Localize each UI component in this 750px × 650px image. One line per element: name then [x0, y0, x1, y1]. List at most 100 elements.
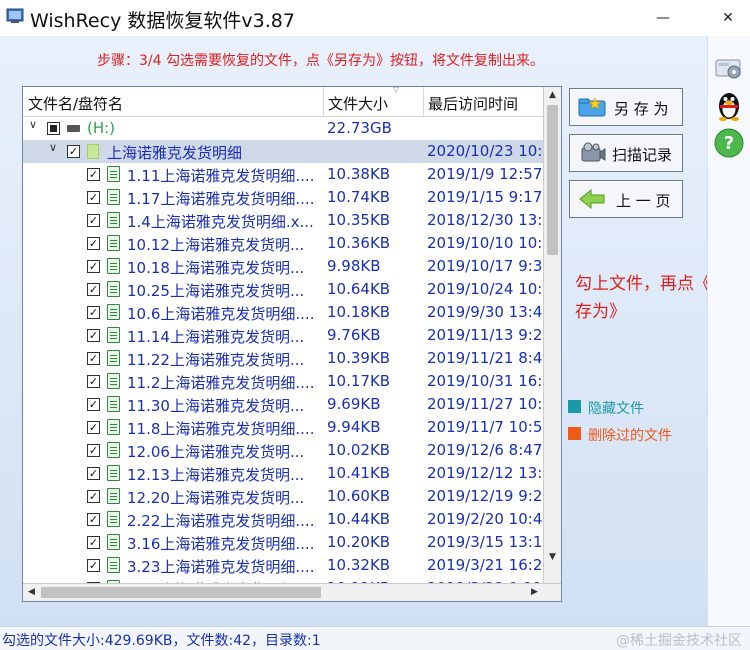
- file-date: 2019/11/7 10:58: [427, 418, 543, 436]
- file-checkbox[interactable]: ✓: [87, 237, 100, 250]
- qq-penguin-icon[interactable]: [712, 88, 746, 122]
- sort-indicator-icon: ▽: [393, 86, 400, 94]
- settings-icon[interactable]: [712, 50, 746, 84]
- file-size: 10.18KB: [327, 303, 391, 321]
- file-checkbox[interactable]: ✓: [87, 490, 100, 503]
- file-name: 10.6上海诺雅克发货明细....: [127, 305, 315, 323]
- folder-name: 上海诺雅克发货明细: [107, 144, 243, 162]
- file-row[interactable]: ✓ 12.13上海诺雅克发货明... 10.41KB 2019/12/12 13:3: [23, 462, 543, 485]
- file-checkbox[interactable]: ✓: [87, 283, 100, 296]
- file-row[interactable]: ✓ 3.16上海诺雅克发货明细.... 10.20KB 2019/3/15 13:12: [23, 531, 543, 554]
- file-checkbox[interactable]: ✓: [87, 398, 100, 411]
- file-row[interactable]: ✓ 11.30上海诺雅克发货明... 9.69KB 2019/11/27 10:1: [23, 393, 543, 416]
- file-checkbox[interactable]: ✓: [87, 352, 100, 365]
- file-row[interactable]: ✓ 3.23上海诺雅克发货明细.... 10.32KB 2019/3/21 16:23: [23, 554, 543, 577]
- file-size: 10.02KB: [327, 441, 391, 459]
- scroll-left-arrow-icon[interactable]: ◀: [23, 584, 40, 601]
- column-header-size[interactable]: 文件大小: [328, 93, 388, 114]
- file-name: 10.18上海诺雅克发货明...: [127, 259, 305, 277]
- back-arrow-icon: [579, 188, 605, 210]
- file-row[interactable]: ✓ 12.20上海诺雅克发货明... 10.60KB 2019/12/19 9:27: [23, 485, 543, 508]
- file-row[interactable]: ✓ 11.22上海诺雅克发货明... 10.39KB 2019/11/21 8:47: [23, 347, 543, 370]
- camera-icon: [581, 142, 606, 162]
- legend-swatch-hidden: [568, 400, 581, 413]
- save-as-button[interactable]: 另 存 为: [569, 88, 683, 126]
- file-date: 2019/10/17 9:32: [427, 257, 543, 275]
- file-date: 2019/3/15 13:12: [427, 533, 543, 551]
- file-row[interactable]: ✓ 1.11上海诺雅克发货明细.... 10.38KB 2019/1/9 12:57:: [23, 163, 543, 186]
- file-checkbox[interactable]: ✓: [87, 191, 100, 204]
- collapse-arrow-icon[interactable]: ∨: [47, 141, 59, 154]
- vertical-scroll-thumb[interactable]: [547, 105, 558, 255]
- file-row[interactable]: ✓ 1.4上海诺雅克发货明细.x... 10.35KB 2018/12/30 13:2: [23, 209, 543, 232]
- file-row[interactable]: ✓ 10.25上海诺雅克发货明... 10.64KB 2019/10/24 10:1: [23, 278, 543, 301]
- file-checkbox[interactable]: ✓: [87, 421, 100, 434]
- spreadsheet-file-icon: [107, 442, 120, 458]
- file-row[interactable]: ✓ 10.12上海诺雅克发货明... 10.36KB 2019/10/10 10:4: [23, 232, 543, 255]
- save-as-label: 另 存 为: [614, 100, 669, 118]
- file-size: 10.44KB: [327, 510, 391, 528]
- file-checkbox[interactable]: ✓: [87, 168, 100, 181]
- file-checkbox[interactable]: ✓: [87, 559, 100, 572]
- file-row[interactable]: ✓ 2.22上海诺雅克发货明细.... 10.44KB 2019/2/20 10:47: [23, 508, 543, 531]
- column-divider[interactable]: [423, 87, 424, 117]
- horizontal-scrollbar[interactable]: ◀ ▶: [23, 583, 561, 601]
- file-checkbox[interactable]: ✓: [87, 214, 100, 227]
- file-checkbox[interactable]: ✓: [87, 260, 100, 273]
- file-name: 3.23上海诺雅克发货明细....: [127, 558, 315, 576]
- column-divider[interactable]: [323, 87, 324, 117]
- file-checkbox[interactable]: ✓: [87, 306, 100, 319]
- collapse-arrow-icon[interactable]: ∨: [27, 118, 39, 131]
- file-size: 10.20KB: [327, 533, 391, 551]
- file-name: 2.22上海诺雅克发货明细....: [127, 512, 315, 530]
- file-size: 9.69KB: [327, 395, 381, 413]
- file-checkbox[interactable]: ✓: [87, 536, 100, 549]
- file-row[interactable]: ✓ 11.8上海诺雅克发货明细.... 9.94KB 2019/11/7 10:58: [23, 416, 543, 439]
- file-date: 2018/12/30 13:2: [427, 211, 543, 229]
- file-checkbox[interactable]: ✓: [87, 444, 100, 457]
- scroll-down-arrow-icon[interactable]: ▼: [544, 549, 561, 566]
- file-row[interactable]: ✓ 11.2上海诺雅克发货明细.... 10.17KB 2019/10/31 16:1: [23, 370, 543, 393]
- folder-row[interactable]: ∨ ✓ 上海诺雅克发货明细 2020/10/23 10:3: [23, 140, 543, 163]
- vertical-scrollbar[interactable]: ▲ ▼: [543, 87, 561, 583]
- legend-label-hidden: 隐藏文件: [588, 401, 644, 417]
- file-tree-panel: 文件名/盘符名 文件大小 ▽ 最后访问时间 ∨ (H:) 22.73GB ∨ ✓…: [22, 86, 562, 602]
- file-row[interactable]: ✓ 10.18上海诺雅克发货明... 9.98KB 2019/10/17 9:32: [23, 255, 543, 278]
- help-icon[interactable]: ?: [712, 126, 746, 160]
- file-checkbox[interactable]: ✓: [87, 329, 100, 342]
- previous-page-button[interactable]: 上 一 页: [569, 180, 683, 218]
- horizontal-scroll-thumb[interactable]: [41, 587, 321, 598]
- spreadsheet-file-icon: [107, 557, 120, 573]
- file-checkbox[interactable]: ✓: [87, 513, 100, 526]
- file-checkbox[interactable]: ✓: [87, 467, 100, 480]
- spreadsheet-file-icon: [107, 465, 120, 481]
- close-button[interactable]: ✕: [718, 8, 738, 28]
- folder-icon: [87, 144, 99, 159]
- file-row[interactable]: ✓ 10.6上海诺雅克发货明细.... 10.18KB 2019/9/30 13:49: [23, 301, 543, 324]
- file-row[interactable]: ✓ 11.14上海诺雅克发货明... 9.76KB 2019/11/13 9:26: [23, 324, 543, 347]
- file-date: 2019/9/30 13:49: [427, 303, 543, 321]
- file-date: 2019/10/10 10:4: [427, 234, 543, 252]
- drive-row[interactable]: ∨ (H:) 22.73GB: [23, 117, 543, 140]
- scroll-up-arrow-icon[interactable]: ▲: [544, 87, 561, 104]
- legend-swatch-deleted: [568, 427, 581, 440]
- file-checkbox[interactable]: ✓: [87, 375, 100, 388]
- file-row[interactable]: ✓ 12.06上海诺雅克发货明... 10.02KB 2019/12/6 8:47:: [23, 439, 543, 462]
- spreadsheet-file-icon: [107, 166, 120, 182]
- column-header-date[interactable]: 最后访问时间: [428, 93, 518, 114]
- spreadsheet-file-icon: [107, 212, 120, 228]
- file-date: 2019/11/21 8:47: [427, 349, 543, 367]
- file-name: 10.12上海诺雅克发货明...: [127, 236, 305, 254]
- column-header-name[interactable]: 文件名/盘符名: [28, 93, 123, 114]
- drive-checkbox[interactable]: [47, 122, 60, 135]
- folder-checkbox[interactable]: ✓: [67, 145, 80, 158]
- minimize-button[interactable]: —: [653, 8, 673, 28]
- legend-label-deleted: 删除过的文件: [588, 428, 672, 444]
- file-rows: ∨ (H:) 22.73GB ∨ ✓ 上海诺雅克发货明细 2020/10/23 …: [23, 117, 543, 583]
- file-row[interactable]: ✓ 1.17上海诺雅克发货明细.... 10.74KB 2019/1/15 9:17:: [23, 186, 543, 209]
- status-text: 勾选的文件大小:429.69KB，文件数:42，目录数:1: [2, 633, 321, 649]
- scroll-right-arrow-icon[interactable]: ▶: [526, 584, 543, 601]
- scan-log-button[interactable]: 扫描记录: [569, 134, 683, 172]
- spreadsheet-file-icon: [107, 488, 120, 504]
- spreadsheet-file-icon: [107, 534, 120, 550]
